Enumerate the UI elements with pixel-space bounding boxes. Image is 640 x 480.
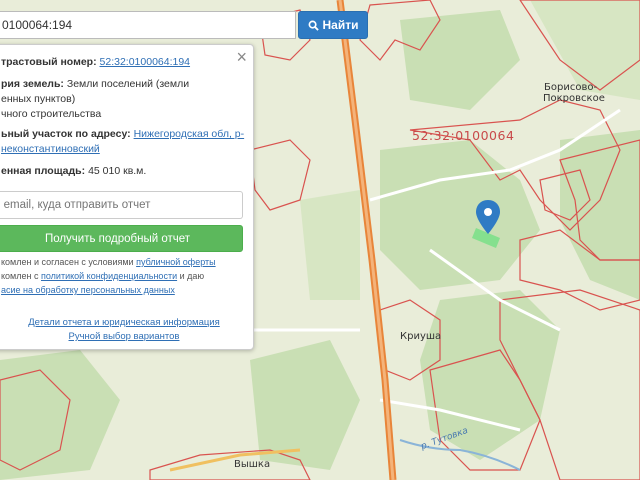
address-link-1[interactable]: Нижегородская обл, р- — [134, 128, 245, 140]
report-details-link[interactable]: Детали отчета и юридическая информация — [28, 317, 220, 328]
search-button[interactable]: Найти — [298, 11, 368, 39]
cadastral-block-label: 52:32:0100064 — [412, 128, 515, 143]
cadastral-search-input[interactable] — [0, 11, 296, 39]
address-label: ьный участок по адресу: — [1, 128, 131, 140]
manual-selection-row: Ручной выбор вариантов — [0, 331, 255, 342]
area-value: 45 010 кв.м. — [88, 165, 147, 177]
legal-line-2: комлен с политикой конфиденциальности и … — [1, 271, 204, 281]
close-icon[interactable]: × — [236, 48, 247, 66]
place-label-borisovo-2: Покровское — [543, 93, 605, 104]
email-field[interactable] — [0, 191, 243, 219]
search-icon — [308, 20, 319, 31]
public-offer-link[interactable]: публичной оферты — [136, 257, 216, 267]
search-button-label: Найти — [322, 18, 359, 32]
legal-line-3: асие на обработку персональных данных — [1, 285, 175, 295]
parcel-info-panel: × трастовый номер: 52:32:0100064:194 рия… — [0, 44, 254, 350]
legal-text-1: комлен и согласен с условиями — [1, 257, 134, 267]
cadastral-number-row: трастовый номер: 52:32:0100064:194 — [1, 56, 190, 68]
privacy-policy-link[interactable]: политикой конфиденциальности — [41, 271, 177, 281]
legal-text-2: комлен с — [1, 271, 39, 281]
address-line-2: некoнстантиновский — [1, 143, 100, 155]
place-label-borisovo-1: Борисово- — [544, 82, 598, 93]
land-category-value-2: енных пунктов) — [1, 93, 76, 105]
land-category-label: рия земель: — [1, 78, 64, 90]
address-row: ьный участок по адресу: Нижегородская об… — [1, 128, 244, 140]
land-category-value-1: Земли поселений (земли — [66, 78, 190, 90]
land-category-row: рия земель: Земли поселений (земли — [1, 78, 189, 90]
manual-selection-link[interactable]: Ручной выбор вариантов — [69, 331, 180, 342]
place-label-kriusha: Криуша — [400, 331, 442, 342]
address-link-2[interactable]: некoнстантиновский — [1, 143, 100, 155]
area-label: енная площадь: — [1, 165, 86, 177]
cadastral-number-label: трастовый номер: — [1, 56, 97, 68]
details-link-row: Детали отчета и юридическая информация — [0, 317, 255, 328]
place-label-vyshka: Вышка — [234, 459, 271, 470]
data-consent-link[interactable]: асие на обработку персональных данных — [1, 285, 175, 295]
legal-text-3: и даю — [179, 271, 205, 281]
area-row: енная площадь: 45 010 кв.м. — [1, 165, 146, 177]
get-report-button[interactable]: Получить подробный отчет — [0, 225, 243, 252]
legal-line-1: комлен и согласен с условиями публичной … — [1, 257, 216, 267]
land-category-value-3: чного строительства — [1, 108, 102, 120]
cadastral-number-link[interactable]: 52:32:0100064:194 — [100, 56, 191, 68]
